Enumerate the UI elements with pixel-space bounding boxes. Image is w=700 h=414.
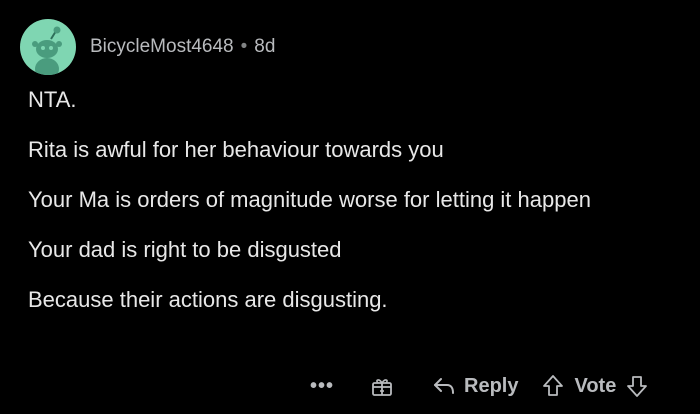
comment-age: 8d <box>254 36 276 57</box>
comment-paragraph: Your dad is right to be disgusted <box>28 237 342 262</box>
award-button[interactable] <box>370 374 394 398</box>
author-name[interactable]: BicycleMost4648 <box>90 36 234 58</box>
reply-button[interactable]: Reply <box>432 375 518 398</box>
reply-arrow-icon <box>434 378 455 394</box>
award-gift-icon <box>372 379 392 396</box>
comment-paragraph: NTA. <box>28 87 77 112</box>
comment-paragraph: Because their actions are disgusting. <box>28 287 388 312</box>
avatar[interactable] <box>20 19 76 75</box>
upvote-arrow-icon[interactable] <box>542 374 564 398</box>
reply-label: Reply <box>464 374 519 397</box>
snoo-avatar-icon <box>32 26 62 75</box>
comment-meta: BicycleMost4648 • 8d <box>90 36 275 58</box>
comment-actions: ••• Reply Vote <box>310 370 648 402</box>
comment-header: BicycleMost4648 • 8d <box>20 19 275 75</box>
downvote-arrow-icon[interactable] <box>626 374 648 398</box>
more-options-icon[interactable]: ••• <box>310 376 334 396</box>
meta-separator: • <box>240 36 248 57</box>
comment-paragraph: Rita is awful for her behaviour towards … <box>28 137 444 162</box>
vote-controls: Vote <box>542 374 648 398</box>
vote-label: Vote <box>574 374 617 397</box>
comment-paragraph: Your Ma is orders of magnitude worse for… <box>28 187 591 212</box>
comment-body: NTA. Rita is awful for her behaviour tow… <box>28 86 668 336</box>
